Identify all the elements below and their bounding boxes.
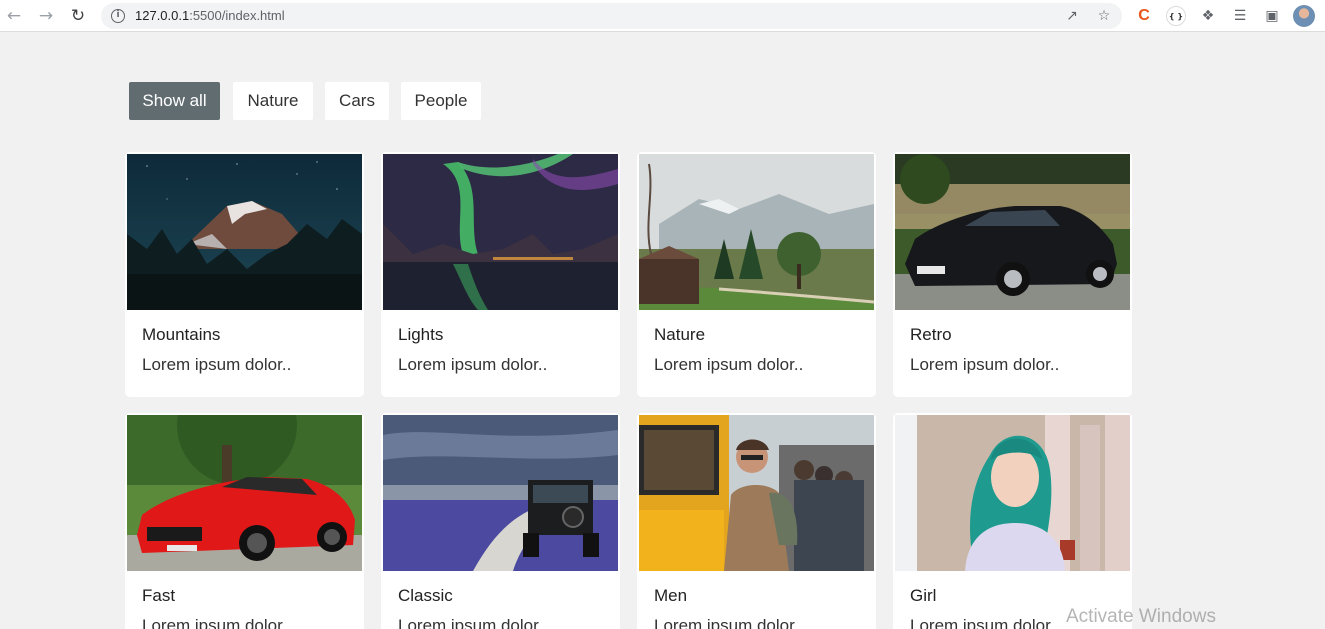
offroad-jeep-photo <box>383 415 618 571</box>
card-description: Lorem ipsum dolor.. <box>654 616 804 629</box>
card-description: Lorem ipsum dolor.. <box>910 355 1060 374</box>
info-icon[interactable]: i <box>111 9 125 23</box>
address-bar[interactable]: i 127.0.0.1:5500/index.html ↗ ☆ <box>101 3 1122 29</box>
gallery-card[interactable]: Fast Lorem ipsum dolor.. <box>125 413 364 629</box>
filter-cars-button[interactable]: Cars <box>325 82 389 120</box>
filter-show-all-button[interactable]: Show all <box>129 82 220 120</box>
back-icon[interactable]: ← <box>4 6 24 26</box>
valley-trees-photo <box>639 154 874 310</box>
black-car-photo <box>895 154 1130 310</box>
side-panel-icon[interactable]: ▣ <box>1262 6 1282 26</box>
red-sports-car-photo <box>127 415 362 571</box>
card-title: Nature <box>654 325 706 344</box>
card-description: Lorem ipsum dolor.. <box>142 355 292 374</box>
card-description: Lorem ipsum dolor.. <box>910 616 1060 629</box>
url-text[interactable]: 127.0.0.1:5500/index.html <box>135 8 285 23</box>
filter-people-button[interactable]: People <box>401 82 481 120</box>
card-title: Classic <box>398 586 453 605</box>
star-icon[interactable]: ☆ <box>1095 7 1113 25</box>
aurora-photo <box>383 154 618 310</box>
card-title: Lights <box>398 325 444 344</box>
card-title: Mountains <box>142 325 221 344</box>
gallery-card[interactable]: Men Lorem ipsum dolor.. <box>637 413 876 629</box>
extension-c-icon[interactable]: C <box>1134 6 1154 26</box>
media-queue-icon[interactable]: ☰ <box>1230 6 1250 26</box>
card-description: Lorem ipsum dolor.. <box>142 616 292 629</box>
activate-windows-watermark: Activate Windows <box>1066 606 1216 627</box>
card-title: Fast <box>142 586 176 605</box>
profile-avatar[interactable] <box>1293 5 1315 27</box>
card-title: Retro <box>910 325 952 344</box>
card-title: Men <box>654 586 688 605</box>
mountain-night-photo <box>127 154 362 310</box>
card-title: Girl <box>910 586 937 605</box>
gallery-card[interactable]: Classic Lorem ipsum dolor.. <box>381 413 620 629</box>
url-path: :5500/index.html <box>189 8 285 23</box>
gallery-card[interactable]: Retro Lorem ipsum dolor.. <box>893 152 1132 397</box>
gallery-card[interactable]: Mountains Lorem ipsum dolor.. <box>125 152 364 397</box>
gallery-card[interactable]: Nature Lorem ipsum dolor.. <box>637 152 876 397</box>
puzzle-extensions-icon[interactable]: ❖ <box>1198 6 1218 26</box>
man-train-photo <box>639 415 874 571</box>
card-description: Lorem ipsum dolor.. <box>398 616 548 629</box>
card-description: Lorem ipsum dolor.. <box>654 355 804 374</box>
filter-nature-button[interactable]: Nature <box>233 82 313 120</box>
reload-icon[interactable]: ↻ <box>68 6 88 26</box>
share-icon[interactable]: ↗ <box>1063 7 1081 25</box>
card-description: Lorem ipsum dolor.. <box>398 355 548 374</box>
gallery-card[interactable]: Girl Lorem ipsum dolor.. <box>893 413 1132 629</box>
url-host: 127.0.0.1 <box>135 8 190 23</box>
browser-toolbar: ← → ↻ i 127.0.0.1:5500/index.html ↗ ☆ C … <box>0 0 1325 32</box>
forward-icon[interactable]: → <box>36 6 56 26</box>
json-viewer-icon[interactable]: { } <box>1166 6 1186 26</box>
gallery-card[interactable]: Lights Lorem ipsum dolor.. <box>381 152 620 397</box>
girl-portrait-photo <box>895 415 1130 571</box>
